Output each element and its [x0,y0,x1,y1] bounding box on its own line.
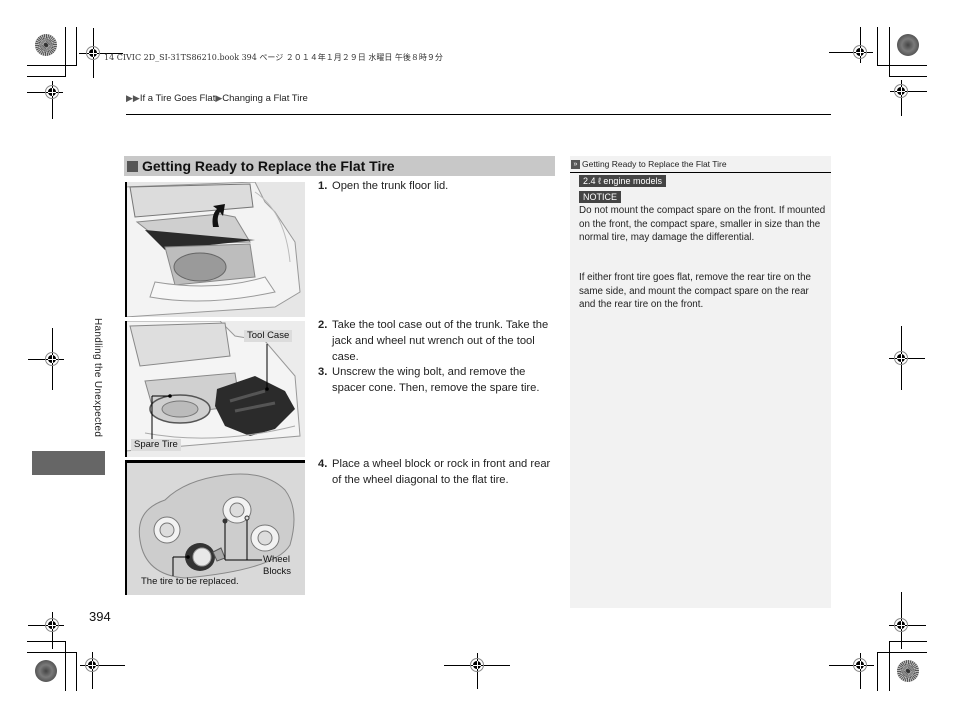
header-rule [126,114,831,115]
engine-models-tag: 2.4 ℓ engine models [579,175,666,187]
color-target-icon [35,34,57,56]
step-2: 2. Take the tool case out of the trunk. T… [318,318,558,365]
step-number: 4. [318,458,328,470]
step-text: Open the trunk floor lid. [332,180,449,192]
section-square-icon [127,160,138,172]
section-title: Getting Ready to Replace the Flat Tire [142,158,395,174]
figure-label-tool-case: Tool Case [244,330,293,342]
figure-label-wheel-blocks-1: Wheel [263,554,290,565]
section-heading: Getting Ready to Replace the Flat Tire [124,156,555,176]
print-slug: 14 CIVIC 2D_SI-31TS86210.book 394 ページ ２０… [104,53,443,62]
step-text: Place a wheel block or rock in front and… [332,458,551,486]
figure-label-spare-tire: Spare Tire [131,439,181,451]
color-target-icon [35,660,57,682]
breadcrumb-item[interactable]: Changing a Flat Tire [222,93,308,104]
notice-tag: NOTICE [579,191,622,203]
sidebar-note-header: » Getting Ready to Replace the Flat Tire [570,156,831,173]
breadcrumb-marker-icon: ▶▶ [126,93,140,103]
figure-label-wheel-blocks-2: Blocks [263,566,291,577]
breadcrumb: ▶▶If a Tire Goes Flat▶Changing a Flat Ti… [126,93,308,104]
page-number: 394 [89,609,111,624]
step-4: 4. Place a wheel block or rock in front a… [318,457,558,489]
sidebar-note-paragraph-2: If either front tire goes flat, remove t… [579,272,811,310]
chapter-tab[interactable] [32,451,105,475]
sidebar-note-paragraph-1: Do not mount the compact spare on the fr… [579,205,826,243]
chapter-tab-label: Handling the Unexpected [92,318,103,438]
step-3: 3. Unscrew the wing bolt, and remove the … [318,365,558,397]
sidebar-note-title: Getting Ready to Replace the Flat Tire [582,159,727,169]
trunk-lid-illustration [125,182,305,317]
step-number: 3. [318,366,328,378]
color-target-icon [897,660,919,682]
step-text: Take the tool case out of the trunk. Tak… [332,319,549,363]
figure-label-tire-to-replace: The tire to be replaced. [141,576,239,587]
step-number: 2. [318,319,328,331]
figure-open-trunk [125,182,305,317]
step-number: 1. [318,180,328,192]
double-chevron-icon: » [571,159,580,169]
color-target-icon [897,34,919,56]
step-text: Unscrew the wing bolt, and remove the sp… [332,366,540,394]
breadcrumb-item[interactable]: If a Tire Goes Flat [140,93,216,104]
step-1: 1. Open the trunk floor lid. [318,179,558,195]
